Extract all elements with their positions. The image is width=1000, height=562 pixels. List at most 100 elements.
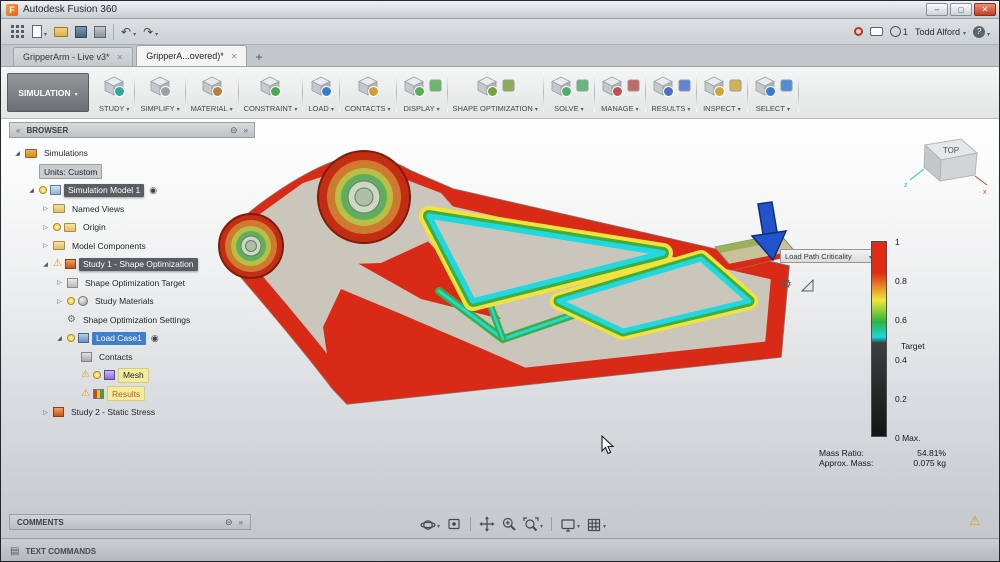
ribbon-group-simplify[interactable]: SIMPLIFY — [136, 69, 183, 116]
minimize-panel-icon[interactable] — [230, 125, 238, 136]
redo-button[interactable] — [143, 23, 158, 41]
panel-overflow-icon[interactable] — [244, 126, 248, 135]
collapsed-arrow-icon[interactable]: ▷ — [41, 205, 50, 212]
collapsed-arrow-icon[interactable]: ▷ — [41, 224, 50, 231]
viewport[interactable]: TOP z x BROWSER ◢ Simulations Units: Custo… — [1, 119, 999, 538]
tab-gripperarm-live[interactable]: GripperArm - Live v3* — [13, 47, 134, 66]
look-at-button[interactable] — [445, 516, 463, 532]
legend-tick: 1 — [895, 237, 900, 247]
collapsed-arrow-icon[interactable]: ▷ — [55, 279, 64, 286]
ribbon: SIMULATION STUDY SIMPLIFY MATERIAL CONSTRAI… — [1, 67, 999, 119]
ribbon-group-constraint[interactable]: CONSTRAINT — [240, 69, 302, 116]
mass-ratio-label: Mass Ratio: — [819, 448, 864, 458]
tab-close-icon[interactable] — [231, 51, 238, 61]
tab-gripperarm-recovered[interactable]: GripperA...overed)* — [136, 45, 248, 66]
text-commands-icon — [10, 546, 19, 557]
help-button[interactable] — [973, 23, 990, 41]
tree-item-model-components[interactable]: ▷ Model Components — [9, 237, 255, 256]
ribbon-group-load[interactable]: LOAD — [304, 69, 337, 116]
new-tab-button[interactable]: + — [250, 50, 267, 66]
notifications-icon[interactable]: 1 — [889, 26, 908, 37]
viewcube-top-label[interactable]: TOP — [943, 146, 959, 155]
tree-item-load-case1[interactable]: ◢ Load Case1 — [9, 329, 255, 348]
browser-header[interactable]: BROWSER — [9, 122, 255, 138]
ribbon-group-material[interactable]: MATERIAL — [187, 69, 237, 116]
ribbon-group-study[interactable]: STUDY — [95, 69, 133, 116]
legend-color-bar — [871, 241, 887, 437]
expanded-arrow-icon[interactable]: ◢ — [41, 261, 50, 268]
minimize-panel-icon[interactable] — [225, 517, 233, 528]
tree-item-origin[interactable]: ▷ Origin — [9, 218, 255, 237]
tool-icon — [477, 76, 499, 97]
ribbon-group-inspect[interactable]: INSPECT — [698, 69, 746, 116]
ribbon-group-label: SOLVE — [554, 104, 583, 113]
ribbon-group-results[interactable]: RESULTS — [647, 69, 695, 116]
comments-panel[interactable]: COMMENTS — [9, 514, 251, 530]
pan-button[interactable] — [478, 516, 496, 532]
file-menu-button[interactable] — [32, 23, 47, 41]
collapsed-arrow-icon[interactable]: ▷ — [41, 409, 50, 416]
status-bar[interactable]: TEXT COMMANDS — [1, 538, 999, 561]
tree-item-contacts[interactable]: Contacts — [9, 348, 255, 367]
fusion-logo-icon: F — [6, 3, 18, 16]
fit-button[interactable] — [522, 515, 544, 533]
visibility-eye-icon[interactable] — [147, 185, 157, 196]
record-icon[interactable] — [853, 27, 863, 36]
tree-item-simulations[interactable]: ◢ Simulations — [9, 144, 255, 163]
expanded-arrow-icon[interactable]: ◢ — [55, 335, 64, 342]
secondary-tool-icon — [627, 79, 640, 92]
load-path-criticality-dropdown[interactable]: Load Path Criticality — [780, 249, 877, 263]
tree-item-units-custom[interactable]: Units: Custom — [9, 163, 255, 182]
ribbon-group-manage[interactable]: MANAGE — [596, 69, 644, 116]
expanded-arrow-icon[interactable]: ◢ — [27, 187, 36, 194]
ribbon-group-label: CONSTRAINT — [244, 104, 298, 113]
zoom-button[interactable] — [500, 516, 518, 532]
orbit-button[interactable] — [419, 515, 441, 533]
tree-item-study-1-shape-optimization[interactable]: ◢ ⚠ Study 1 - Shape Optimization — [9, 255, 255, 274]
minimize-button[interactable] — [926, 3, 948, 16]
ribbon-group-contacts[interactable]: CONTACTS — [341, 69, 395, 116]
ribbon-group-select[interactable]: SELECT — [749, 69, 797, 116]
collapsed-arrow-icon[interactable]: ▷ — [41, 242, 50, 249]
status-warning-icon[interactable] — [969, 512, 981, 530]
grid-display-button[interactable] — [585, 515, 607, 533]
undo-button[interactable] — [121, 23, 136, 41]
display-settings-button[interactable] — [559, 515, 581, 533]
tree-item-shape-optimization-target[interactable]: ▷ Shape Optimization Target — [9, 274, 255, 293]
tree-item-study-materials[interactable]: ▷ Study Materials — [9, 292, 255, 311]
ribbon-divider — [695, 73, 697, 112]
tree-item-shape-optimization-settings[interactable]: ⚙ Shape Optimization Settings — [9, 311, 255, 330]
maximize-button[interactable] — [950, 3, 972, 16]
ribbon-group-solve[interactable]: SOLVE — [545, 69, 593, 116]
tree-item-results[interactable]: ⚠ Results — [9, 385, 255, 404]
tree-item-mesh[interactable]: ⚠ Mesh — [9, 366, 255, 385]
export-icon[interactable] — [94, 25, 107, 38]
app-grid-icon[interactable] — [10, 24, 25, 39]
text-commands-label: TEXT COMMANDS — [25, 546, 97, 556]
save-icon[interactable] — [75, 25, 88, 38]
top-boss[interactable] — [317, 150, 411, 244]
panel-overflow-icon[interactable] — [239, 518, 243, 527]
in-canvas-settings-gear-icon[interactable] — [781, 275, 792, 293]
workspace-switcher[interactable]: SIMULATION — [7, 73, 89, 112]
open-icon[interactable] — [54, 26, 69, 37]
tree-item-named-views[interactable]: ▷ Named Views — [9, 200, 255, 219]
collapse-panel-icon[interactable] — [16, 126, 20, 135]
viewcube[interactable]: TOP z x — [897, 131, 989, 195]
close-button[interactable] — [974, 3, 996, 16]
secondary-tool-icon — [576, 79, 589, 92]
visibility-eye-icon[interactable] — [149, 333, 159, 344]
ribbon-group-label: INSPECT — [703, 104, 741, 113]
selection-triangle-icon[interactable] — [801, 279, 814, 292]
tree-item-study-2-static-stress[interactable]: ▷ Study 2 - Static Stress — [9, 403, 255, 422]
tree-item-simulation-model-1[interactable]: ◢ Simulation Model 1 — [9, 181, 255, 200]
user-menu[interactable]: Todd Alford — [915, 27, 966, 37]
collapsed-arrow-icon[interactable]: ▷ — [55, 298, 64, 305]
ribbon-group-shape-optimization[interactable]: SHAPE OPTIMIZATION — [449, 69, 542, 116]
legend-target-label: Target — [901, 340, 925, 351]
ribbon-group-display[interactable]: DISPLAY — [398, 69, 446, 116]
title-bar[interactable]: F Autodesk Fusion 360 — [1, 1, 999, 19]
comment-icon[interactable] — [869, 27, 883, 36]
tab-close-icon[interactable] — [117, 52, 124, 62]
expanded-arrow-icon[interactable]: ◢ — [13, 150, 22, 157]
